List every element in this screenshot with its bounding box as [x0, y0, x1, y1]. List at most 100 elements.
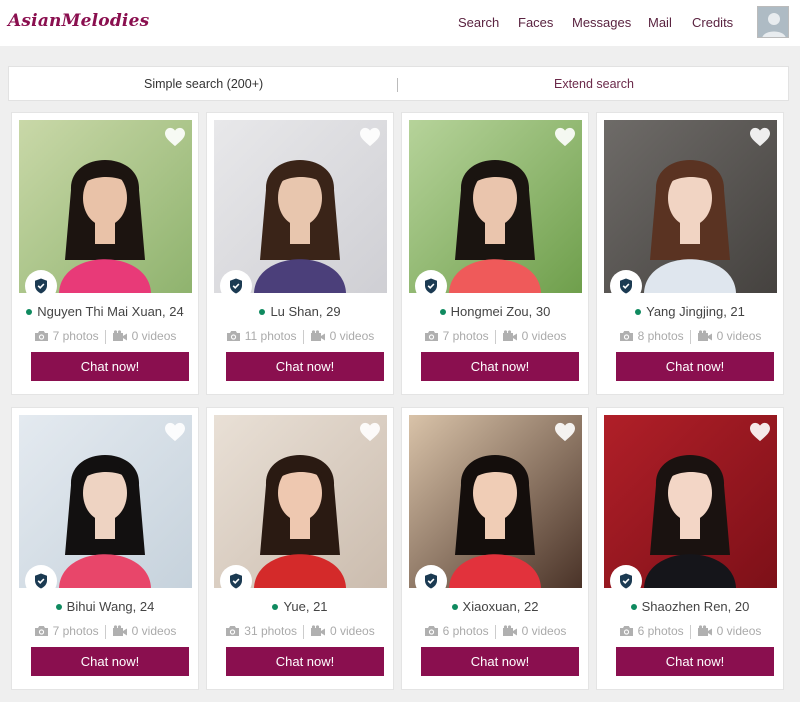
- profile-name[interactable]: Lu Shan, 29: [207, 304, 393, 319]
- photo-count: 11 photos: [244, 329, 297, 343]
- profile-photo[interactable]: [409, 415, 582, 588]
- profile-name-text: Yue, 21: [283, 599, 328, 614]
- profile-photo[interactable]: [19, 120, 192, 293]
- site-logo[interactable]: AsianMelodies: [8, 11, 149, 31]
- shield-check-icon: [35, 573, 47, 589]
- profile-photo[interactable]: [409, 120, 582, 293]
- heart-icon[interactable]: [749, 422, 771, 442]
- video-count: 0 videos: [716, 624, 762, 638]
- media-counts: 6 photos 0 videos: [402, 624, 588, 639]
- shield-check-icon: [620, 573, 632, 589]
- profile-name[interactable]: Nguyen Thi Mai Xuan, 24: [12, 304, 198, 319]
- media-counts: 11 photos 0 videos: [207, 329, 393, 344]
- photo-count: 6 photos: [637, 624, 684, 638]
- tab-divider: [397, 78, 398, 92]
- video-count: 0 videos: [329, 329, 375, 343]
- chat-now-button[interactable]: Chat now!: [31, 647, 189, 676]
- heart-icon[interactable]: [749, 127, 771, 147]
- profile-photo[interactable]: [214, 120, 387, 293]
- profile-name[interactable]: Yang Jingjing, 21: [597, 304, 783, 319]
- video-camera-icon: [112, 330, 127, 341]
- profile-name-text: Hongmei Zou, 30: [450, 304, 551, 319]
- media-divider: [689, 329, 691, 344]
- online-status-dot: [451, 603, 458, 610]
- profile-card[interactable]: Shaozhen Ren, 20 6 photos 0 videos Chat …: [596, 407, 784, 690]
- camera-icon: [619, 330, 633, 341]
- nav-messages[interactable]: Messages: [572, 15, 631, 30]
- video-count: 0 videos: [716, 329, 762, 343]
- chat-now-button[interactable]: Chat now!: [31, 352, 189, 381]
- profile-card[interactable]: Yang Jingjing, 21 8 photos 0 videos Chat…: [596, 112, 784, 395]
- video-camera-icon: [697, 625, 712, 636]
- chat-now-button[interactable]: Chat now!: [421, 352, 579, 381]
- nav-search[interactable]: Search: [458, 15, 499, 30]
- video-count: 0 videos: [521, 329, 567, 343]
- shield-check-icon: [425, 573, 437, 589]
- profile-card[interactable]: Hongmei Zou, 30 7 photos 0 videos Chat n…: [401, 112, 589, 395]
- profile-card[interactable]: Nguyen Thi Mai Xuan, 24 7 photos 0 video…: [11, 112, 199, 395]
- heart-icon[interactable]: [164, 127, 186, 147]
- tab-simple-search[interactable]: Simple search (200+): [144, 77, 263, 91]
- camera-icon: [619, 625, 633, 636]
- photo-count: 7 photos: [52, 329, 99, 343]
- heart-icon[interactable]: [359, 422, 381, 442]
- profile-name-text: Bihui Wang, 24: [66, 599, 155, 614]
- camera-icon: [34, 625, 48, 636]
- media-counts: 8 photos 0 videos: [597, 329, 783, 344]
- profile-name-text: Nguyen Thi Mai Xuan, 24: [37, 304, 184, 319]
- media-counts: 7 photos 0 videos: [12, 624, 198, 639]
- profile-name[interactable]: Hongmei Zou, 30: [402, 304, 588, 319]
- heart-icon[interactable]: [359, 127, 381, 147]
- search-mode-bar: Simple search (200+) Extend search: [8, 66, 789, 101]
- profile-photo[interactable]: [19, 415, 192, 588]
- heart-icon[interactable]: [554, 422, 576, 442]
- heart-icon[interactable]: [164, 422, 186, 442]
- user-avatar[interactable]: [757, 6, 789, 38]
- chat-now-button[interactable]: Chat now!: [616, 352, 774, 381]
- camera-icon: [34, 330, 48, 341]
- profile-card[interactable]: Bihui Wang, 24 7 photos 0 videos Chat no…: [11, 407, 199, 690]
- profile-name-text: Xiaoxuan, 22: [462, 599, 539, 614]
- shield-check-icon: [230, 278, 242, 294]
- online-status-dot: [55, 603, 62, 610]
- chat-now-button[interactable]: Chat now!: [616, 647, 774, 676]
- chat-now-button[interactable]: Chat now!: [421, 647, 579, 676]
- camera-icon: [424, 625, 438, 636]
- video-count: 0 videos: [521, 624, 567, 638]
- profile-card[interactable]: Xiaoxuan, 22 6 photos 0 videos Chat now!: [401, 407, 589, 690]
- profile-name[interactable]: Xiaoxuan, 22: [402, 599, 588, 614]
- video-count: 0 videos: [131, 329, 177, 343]
- nav-mail[interactable]: Mail: [648, 15, 672, 30]
- profile-photo[interactable]: [604, 120, 777, 293]
- video-camera-icon: [112, 625, 127, 636]
- verified-badge: [610, 270, 642, 302]
- photo-count: 7 photos: [52, 624, 99, 638]
- tab-extend-search[interactable]: Extend search: [554, 77, 634, 91]
- profile-name[interactable]: Shaozhen Ren, 20: [597, 599, 783, 614]
- profile-name-text: Lu Shan, 29: [270, 304, 341, 319]
- chat-now-button[interactable]: Chat now!: [226, 352, 384, 381]
- online-status-dot: [635, 308, 642, 315]
- media-divider: [104, 624, 106, 639]
- profile-photo[interactable]: [604, 415, 777, 588]
- heart-icon[interactable]: [554, 127, 576, 147]
- profile-name[interactable]: Yue, 21: [207, 599, 393, 614]
- profile-card[interactable]: Yue, 21 31 photos 0 videos Chat now!: [206, 407, 394, 690]
- camera-icon: [226, 625, 240, 636]
- profile-photo[interactable]: [214, 415, 387, 588]
- media-counts: 7 photos 0 videos: [12, 329, 198, 344]
- photo-count: 7 photos: [442, 329, 489, 343]
- media-divider: [303, 624, 304, 639]
- chat-now-button[interactable]: Chat now!: [226, 647, 384, 676]
- profile-card[interactable]: Lu Shan, 29 11 photos 0 videos Chat now!: [206, 112, 394, 395]
- video-count: 0 videos: [131, 624, 177, 638]
- profile-name[interactable]: Bihui Wang, 24: [12, 599, 198, 614]
- user-silhouette-icon: [758, 7, 788, 37]
- video-camera-icon: [502, 330, 517, 341]
- verified-badge: [220, 270, 252, 302]
- nav-faces[interactable]: Faces: [518, 15, 553, 30]
- profile-name-text: Yang Jingjing, 21: [646, 304, 745, 319]
- online-status-dot: [630, 603, 637, 610]
- nav-credits[interactable]: Credits: [692, 15, 733, 30]
- photo-count: 31 photos: [244, 624, 297, 638]
